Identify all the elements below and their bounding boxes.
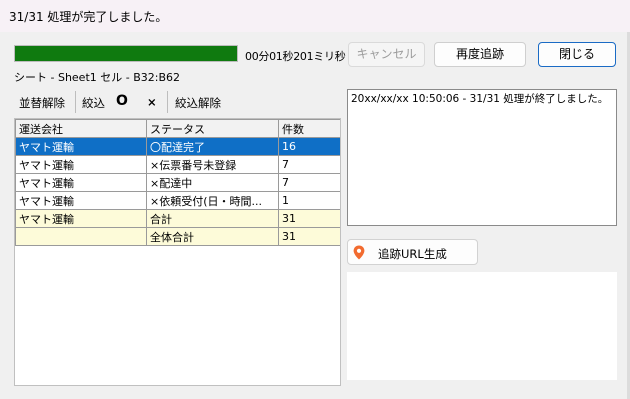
cell-count: 16 [278, 137, 340, 156]
cell-status: ×依頼受付(日・時間... [146, 191, 279, 210]
cell-status: 全体合計 [146, 227, 279, 246]
cell-status: ×配達中 [146, 173, 279, 192]
column-header-count[interactable]: 件数 [278, 119, 340, 138]
toolbar-separator [167, 91, 168, 113]
column-header-status[interactable]: ステータス [146, 119, 279, 138]
toolbar-separator [75, 91, 76, 113]
cell-carrier: ヤマト運輸 [15, 191, 147, 210]
status-grid[interactable]: 運送会社 ステータス 件数 ヤマト運輸 〇配達完了 16 ヤマト運輸 ×伝票番号… [14, 118, 341, 386]
map-pin-icon [353, 245, 365, 260]
cell-count: 31 [278, 227, 340, 246]
close-button[interactable]: 閉じる [538, 42, 616, 67]
table-row[interactable]: ヤマト運輸 ×依頼受付(日・時間... 1 [15, 191, 340, 210]
cell-count: 1 [278, 191, 340, 210]
retrace-button[interactable]: 再度追跡 [434, 42, 526, 67]
progress-fill [15, 46, 237, 61]
cell-status: 〇配達完了 [146, 137, 279, 156]
progress-bar [14, 45, 238, 62]
table-header-row: 運送会社 ステータス 件数 [15, 119, 340, 138]
table-row[interactable]: ヤマト運輸 〇配達完了 16 [15, 137, 340, 156]
filter-label: 絞込 [82, 96, 105, 110]
cell-count: 7 [278, 173, 340, 192]
cell-carrier: ヤマト運輸 [15, 155, 147, 174]
cell-carrier: ヤマト運輸 [15, 137, 147, 156]
elapsed-time: 00分01秒201ミリ秒 [245, 50, 346, 63]
log-textbox[interactable]: 20xx/xx/xx 10:50:06 - 31/31 処理が終了しました。 [347, 89, 617, 226]
sheet-info: シート - Sheet1 セル - B32:B62 [14, 71, 181, 84]
cell-status: ×伝票番号未登録 [146, 155, 279, 174]
cell-count: 31 [278, 209, 340, 228]
generate-url-button[interactable]: 追跡URL生成 [347, 239, 478, 265]
window-title: 31/31 処理が完了しました。 [9, 10, 168, 24]
cell-carrier: ヤマト運輸 [15, 209, 147, 228]
table-row-subtotal[interactable]: ヤマト運輸 合計 31 [15, 209, 340, 228]
title-bar: 31/31 処理が完了しました。 [0, 0, 630, 32]
column-header-carrier[interactable]: 運送会社 [15, 119, 147, 138]
table-row[interactable]: ヤマト運輸 ×配達中 7 [15, 173, 340, 192]
filter-circle-button[interactable]: O [116, 93, 128, 109]
table-row-grand-total[interactable]: 全体合計 31 [15, 227, 340, 246]
cell-carrier [15, 227, 147, 246]
url-output-box[interactable] [347, 272, 617, 380]
status-table: 運送会社 ステータス 件数 ヤマト運輸 〇配達完了 16 ヤマト運輸 ×伝票番号… [15, 119, 340, 246]
cell-count: 7 [278, 155, 340, 174]
cancel-button[interactable]: キャンセル [348, 42, 425, 67]
sort-clear-button[interactable]: 並替解除 [19, 95, 65, 111]
cell-status: 合計 [146, 209, 279, 228]
filter-cross-button[interactable]: × [147, 95, 157, 109]
filter-clear-button[interactable]: 絞込解除 [175, 95, 221, 111]
cell-carrier: ヤマト運輸 [15, 173, 147, 192]
generate-url-label: 追跡URL生成 [378, 247, 447, 261]
table-row[interactable]: ヤマト運輸 ×伝票番号未登録 7 [15, 155, 340, 174]
